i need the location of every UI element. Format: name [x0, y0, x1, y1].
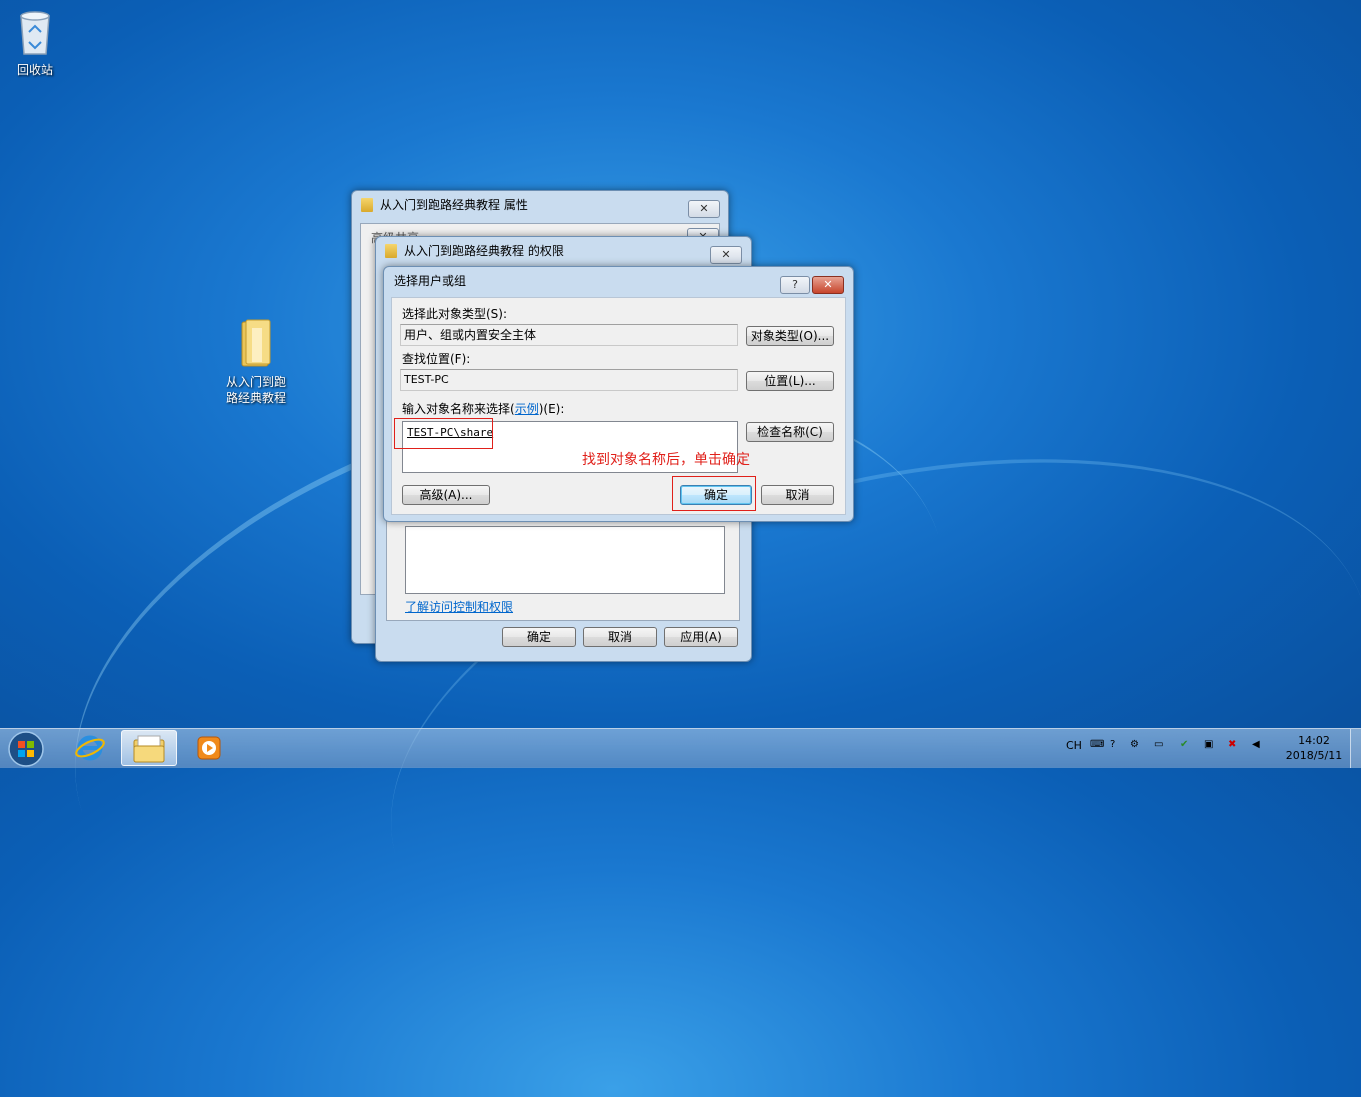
volume-icon[interactable]: ◀ [1252, 739, 1260, 750]
window-title: 从入门到跑路经典教程 属性 [380, 198, 528, 212]
annotation-box-ok [672, 476, 756, 511]
start-orb-icon [8, 731, 44, 767]
examples-link[interactable]: 示例 [515, 402, 539, 416]
vmware-icon[interactable]: ▭ [1154, 739, 1163, 750]
close-button[interactable]: ✕ [688, 200, 720, 218]
security-shield-icon[interactable]: ✔ [1180, 739, 1188, 750]
action-center-icon[interactable]: ✖ [1228, 739, 1236, 750]
dialog-body: 选择此对象类型(S): 用户、组或内置安全主体 对象类型(O)... 查找位置(… [391, 297, 846, 515]
settings-icon[interactable]: ⚙ [1130, 739, 1139, 750]
object-types-button[interactable]: 对象类型(O)... [746, 326, 834, 346]
help-button[interactable]: ? [780, 276, 810, 294]
folder-icon [241, 319, 271, 367]
desktop-icon-label: 从入门到跑路经典教程 [225, 375, 286, 405]
language-indicator[interactable]: CH [1066, 739, 1082, 752]
close-button[interactable]: ✕ [812, 276, 844, 294]
permissions-list[interactable] [405, 526, 725, 594]
enter-names-label: 输入对象名称来选择(示例)(E): [402, 401, 564, 417]
desktop-icon-recycle-bin[interactable]: 回收站 [8, 8, 62, 78]
object-type-field: 用户、组或内置安全主体 [400, 324, 738, 346]
network-icon[interactable]: ▣ [1204, 739, 1213, 750]
location-label: 查找位置(F): [402, 352, 471, 366]
select-users-dialog: 选择用户或组 ? ✕ 选择此对象类型(S): 用户、组或内置安全主体 对象类型(… [383, 266, 854, 522]
desktop-icon-folder[interactable]: 从入门到跑路经典教程 [222, 318, 290, 406]
close-button[interactable]: ✕ [710, 246, 742, 264]
check-names-button[interactable]: 检查名称(C) [746, 422, 834, 442]
desktop-icon-label: 回收站 [16, 63, 53, 77]
clock-time: 14:02 [1298, 734, 1330, 747]
enter-names-label-prefix: 输入对象名称来选择( [402, 402, 515, 416]
window-title: 从入门到跑路经典教程 的权限 [404, 244, 564, 258]
learn-access-control-link[interactable]: 了解访问控制和权限 [405, 599, 513, 615]
taskbar-internet-explorer[interactable] [62, 730, 118, 766]
taskbar-windows-explorer[interactable] [121, 730, 177, 766]
show-desktop-button[interactable] [1350, 729, 1361, 768]
taskbar-media-player[interactable] [183, 730, 239, 766]
recycle-bin-icon [20, 11, 50, 55]
location-field: TEST-PC [400, 369, 738, 391]
taskbar: CH ⌨ ? ⚙ ▭ ✔ ▣ ✖ ◀ 14:02 2018/5/11 [0, 728, 1361, 768]
internet-explorer-icon [75, 735, 105, 761]
windows-explorer-icon [133, 735, 165, 763]
ok-button[interactable]: 确定 [502, 627, 576, 647]
media-player-icon [197, 736, 221, 760]
cancel-button[interactable]: 取消 [583, 627, 657, 647]
apply-button[interactable]: 应用(A) [664, 627, 738, 647]
start-button[interactable] [2, 730, 50, 767]
locations-button[interactable]: 位置(L)... [746, 371, 834, 391]
annotation-text: 找到对象名称后，单击确定 [582, 452, 750, 468]
clock[interactable]: 14:02 2018/5/11 [1282, 733, 1346, 763]
enter-names-label-suffix: )(E): [538, 402, 565, 416]
keyboard-icon[interactable]: ⌨ [1090, 739, 1104, 750]
help-icon[interactable]: ? [1110, 739, 1115, 750]
advanced-button[interactable]: 高级(A)... [402, 485, 490, 505]
clock-date: 2018/5/11 [1285, 749, 1343, 762]
object-type-label: 选择此对象类型(S): [402, 307, 508, 321]
cancel-button[interactable]: 取消 [761, 485, 834, 505]
annotation-box-name [394, 418, 493, 449]
